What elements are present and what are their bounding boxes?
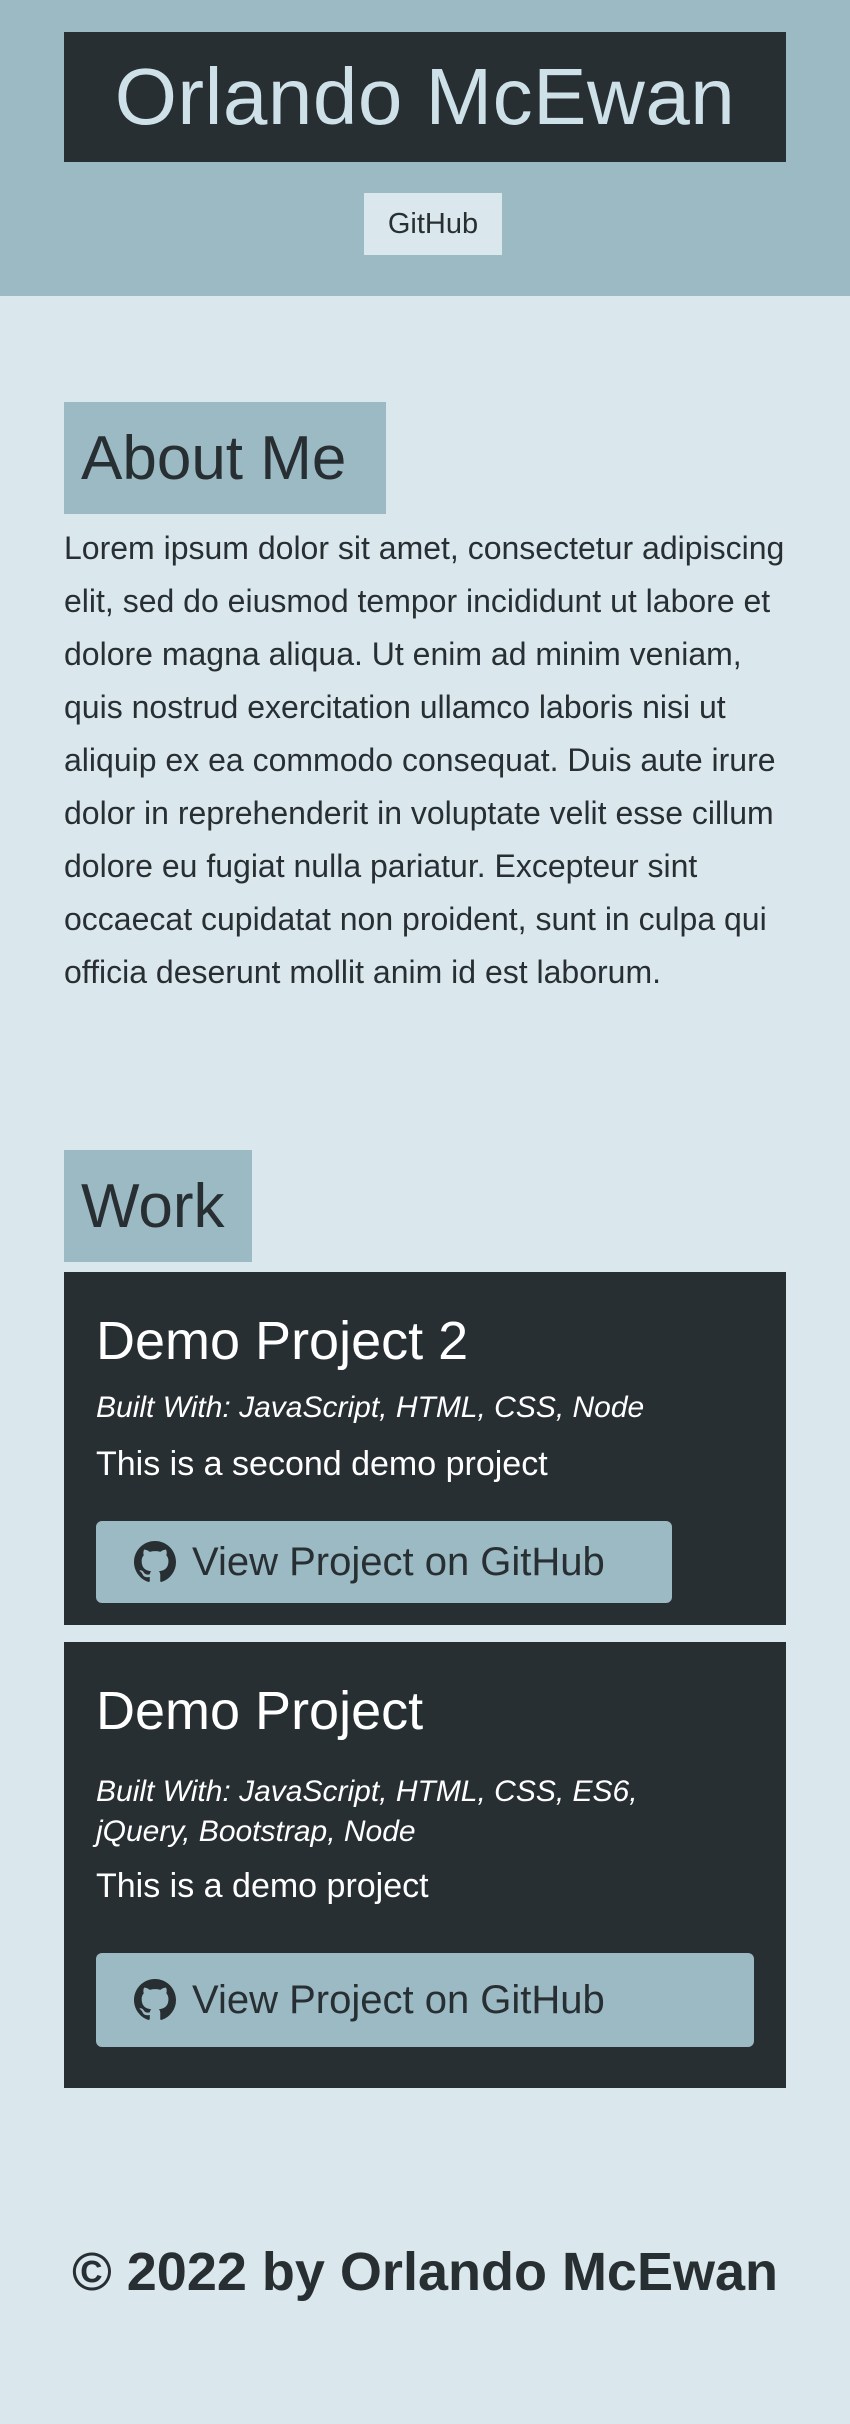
project-built-with: Built With: JavaScript, HTML, CSS, ES6, …: [96, 1775, 638, 1848]
project-description: This is a second demo project: [96, 1445, 548, 1483]
work-heading-box: Work: [64, 1150, 252, 1262]
about-heading-box: About Me: [64, 402, 386, 514]
site-header: Orlando McEwan GitHub: [0, 0, 850, 296]
github-link[interactable]: GitHub: [364, 193, 502, 255]
github-icon: [134, 1979, 176, 2021]
name-banner: Orlando McEwan: [64, 32, 786, 162]
view-project-label: View Project on GitHub: [192, 1977, 605, 2022]
about-text: Lorem ipsum dolor sit amet, consectetur …: [64, 530, 785, 990]
view-project-label: View Project on GitHub: [192, 1539, 605, 1584]
site-title: Orlando McEwan: [114, 52, 736, 141]
github-icon: [134, 1541, 176, 1583]
project-description: This is a demo project: [96, 1867, 429, 1905]
view-project-button[interactable]: View Project on GitHub: [96, 1521, 672, 1603]
project-title: Demo Project: [96, 1681, 424, 1741]
project-title: Demo Project 2: [96, 1311, 469, 1371]
project-built-with: Built With: JavaScript, HTML, CSS, Node: [96, 1391, 645, 1424]
project-card: Demo Project 2 Built With: JavaScript, H…: [64, 1272, 786, 1625]
view-project-button[interactable]: View Project on GitHub: [96, 1953, 754, 2047]
footer-copyright: © 2022 by Orlando McEwan: [71, 2242, 778, 2302]
project-card: Demo Project Built With: JavaScript, HTM…: [64, 1642, 786, 2088]
work-heading: Work: [81, 1171, 225, 1241]
about-heading: About Me: [81, 423, 347, 493]
